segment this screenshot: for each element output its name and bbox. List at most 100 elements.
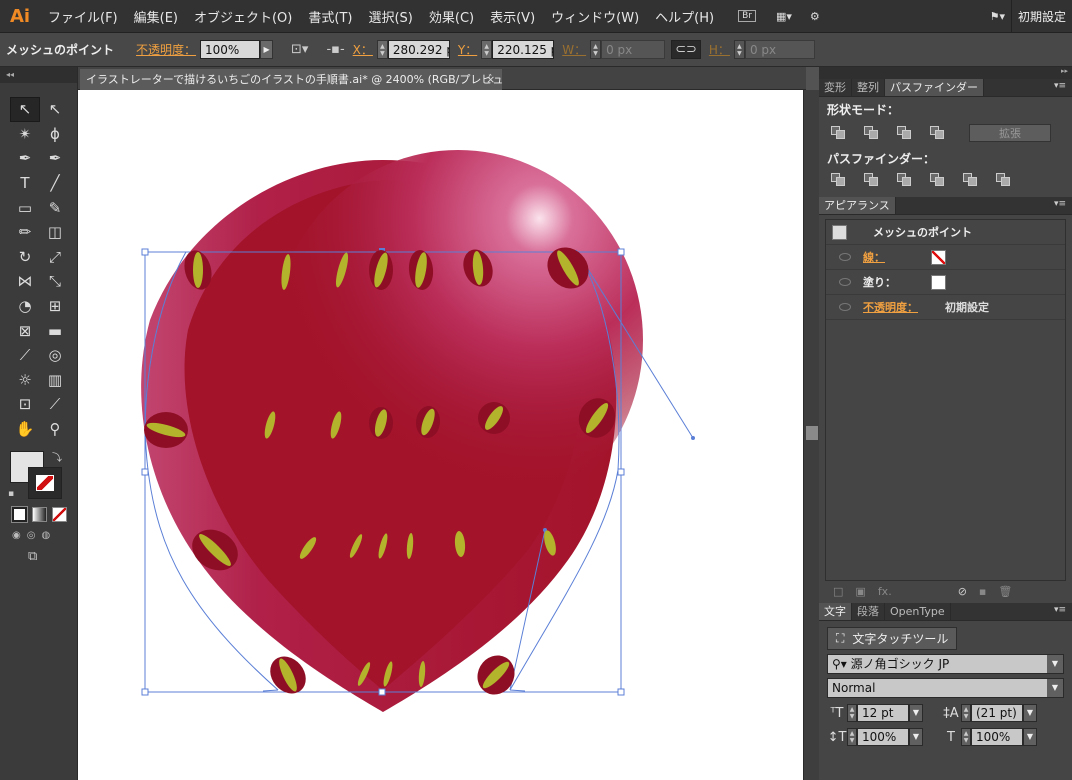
- gpu-performance-icon[interactable]: ⚙: [804, 10, 826, 23]
- vertical-scrollbar[interactable]: [803, 90, 819, 780]
- x-stepper[interactable]: ▲ ▼: [376, 40, 388, 59]
- opacity-field[interactable]: 100%: [200, 40, 261, 59]
- y-stepper[interactable]: ▲ ▼: [481, 40, 493, 59]
- trim-icon[interactable]: [864, 173, 880, 187]
- intersect-icon[interactable]: [897, 126, 913, 140]
- menu-file[interactable]: ファイル(F): [40, 7, 126, 26]
- opacity-dropdown-icon[interactable]: ▶: [260, 40, 274, 59]
- font-size-stepper[interactable]: ▲ ▼: [847, 704, 857, 722]
- add-effect-icon[interactable]: fx.: [878, 585, 892, 598]
- font-family-dropdown[interactable]: ⚲▾ 源ノ角ゴシック JP ▼: [827, 654, 1064, 674]
- stroke-label[interactable]: 線：: [863, 249, 931, 265]
- eyedropper-tool-icon[interactable]: ⟋: [10, 343, 40, 368]
- chevron-down-icon[interactable]: ▼: [1047, 679, 1063, 697]
- add-fill-icon[interactable]: ▣: [855, 585, 865, 598]
- width-tool-icon[interactable]: ⋈: [10, 269, 40, 294]
- outline-icon[interactable]: [963, 173, 979, 187]
- divide-icon[interactable]: [831, 173, 847, 187]
- visibility-eye-icon[interactable]: [839, 253, 851, 261]
- strawberry-artwork[interactable]: [78, 90, 803, 780]
- menu-object[interactable]: オブジェクト(O): [186, 7, 300, 26]
- panel-collapse-icon[interactable]: ▸▸: [819, 67, 1072, 79]
- y-field[interactable]: 220.125 pt: [492, 40, 555, 59]
- zoom-tool-icon[interactable]: ⚲: [40, 417, 70, 442]
- x-field[interactable]: 280.292 pt: [387, 40, 450, 59]
- perspective-grid-tool-icon[interactable]: ⊞: [40, 294, 70, 319]
- rectangle-tool-icon[interactable]: ▭: [10, 195, 40, 220]
- visibility-eye-icon[interactable]: [839, 278, 851, 286]
- expand-button[interactable]: 拡張: [969, 124, 1051, 142]
- fill-swatch-white[interactable]: [931, 274, 946, 290]
- artboard-tool-icon[interactable]: ⊡: [10, 392, 40, 417]
- leading-field[interactable]: (21 pt): [971, 704, 1023, 722]
- mesh-tool-icon[interactable]: ⊠: [10, 318, 40, 343]
- character-menu-icon[interactable]: ▾≡: [1054, 605, 1066, 615]
- chevron-down-icon[interactable]: ▼: [1047, 655, 1063, 673]
- fill-label[interactable]: 塗り：: [863, 274, 931, 290]
- appearance-object-row[interactable]: メッシュのポイント: [826, 220, 1065, 245]
- pencil-tool-icon[interactable]: ✏: [10, 220, 40, 245]
- document-tab[interactable]: イラストレーターで描けるいちごのイラストの手順書.ai* @ 2400% (RG…: [80, 69, 502, 90]
- add-stroke-icon[interactable]: □: [833, 585, 843, 598]
- swap-fill-stroke-icon[interactable]: ⤵: [52, 449, 62, 464]
- screen-mode-icon[interactable]: ⧉: [0, 541, 77, 564]
- font-size-dropdown-icon[interactable]: ▼: [909, 704, 923, 722]
- blend-tool-icon[interactable]: ◎: [40, 343, 70, 368]
- opacity-label[interactable]: 不透明度：: [136, 41, 196, 58]
- reference-point-icon[interactable]: ⊡▾: [291, 42, 308, 57]
- hand-tool-icon[interactable]: ✋: [10, 417, 40, 442]
- selection-tool-icon[interactable]: ↖: [10, 97, 40, 122]
- visibility-eye-icon[interactable]: [839, 303, 851, 311]
- clear-appearance-icon[interactable]: ⊘: [958, 585, 967, 598]
- paintbrush-tool-icon[interactable]: ✎: [40, 195, 70, 220]
- merge-icon[interactable]: [897, 173, 913, 187]
- none-mode-icon[interactable]: [52, 507, 67, 523]
- bridge-button[interactable]: Br: [738, 10, 756, 22]
- horizontal-scale-stepper[interactable]: ▲ ▼: [961, 728, 971, 746]
- font-size-field[interactable]: 12 pt: [857, 704, 909, 722]
- tab-pathfinder[interactable]: パスファインダー: [885, 79, 984, 96]
- opacity-label[interactable]: 不透明度：: [863, 299, 931, 315]
- constrain-proportions-icon[interactable]: ⊂⊃: [671, 40, 701, 59]
- crop-icon[interactable]: [930, 173, 946, 187]
- direction-handle-point[interactable]: [691, 436, 695, 440]
- horizontal-scale-field[interactable]: 100%: [971, 728, 1023, 746]
- vertical-scroll-thumb[interactable]: [806, 426, 818, 440]
- rotate-tool-icon[interactable]: ↻: [10, 245, 40, 270]
- appearance-stroke-row[interactable]: 線：: [826, 245, 1065, 270]
- leading-stepper[interactable]: ▲ ▼: [961, 704, 971, 722]
- appearance-opacity-row[interactable]: 不透明度： 初期設定: [826, 295, 1065, 320]
- touch-type-button[interactable]: ⛶ 文字タッチツール: [827, 627, 958, 650]
- symbol-sprayer-tool-icon[interactable]: ☼: [10, 368, 40, 393]
- stroke-swatch[interactable]: [28, 467, 62, 500]
- horizontal-scale-dropdown-icon[interactable]: ▼: [1023, 728, 1037, 746]
- menu-effect[interactable]: 効果(C): [421, 7, 482, 26]
- artboard-canvas[interactable]: [78, 90, 803, 780]
- vertical-scale-dropdown-icon[interactable]: ▼: [909, 728, 923, 746]
- exclude-icon[interactable]: [930, 126, 946, 140]
- magic-wand-tool-icon[interactable]: ✴: [10, 122, 40, 147]
- curvature-pen-tool-icon[interactable]: ✒: [40, 146, 70, 171]
- menu-view[interactable]: 表示(V): [482, 7, 543, 26]
- color-mode-icon[interactable]: [11, 506, 28, 524]
- appearance-menu-icon[interactable]: ▾≡: [1054, 199, 1066, 209]
- menu-window[interactable]: ウィンドウ(W): [543, 7, 647, 26]
- type-tool-icon[interactable]: T: [10, 171, 40, 196]
- unite-icon[interactable]: [831, 126, 847, 140]
- workspace-switcher[interactable]: 初期設定: [1010, 0, 1072, 33]
- draw-inside-icon[interactable]: ◍: [41, 530, 50, 541]
- eraser-tool-icon[interactable]: ◫: [40, 220, 70, 245]
- menu-edit[interactable]: 編集(E): [126, 7, 186, 26]
- scale-tool-icon[interactable]: ⤢: [40, 245, 70, 270]
- vertical-scale-field[interactable]: 100%: [857, 728, 909, 746]
- anchor-convert-icon[interactable]: -▪-: [326, 42, 344, 57]
- free-transform-tool-icon[interactable]: ⤡: [40, 269, 70, 294]
- gradient-mode-icon[interactable]: [32, 507, 47, 523]
- minus-front-icon[interactable]: [864, 126, 880, 140]
- default-fill-stroke-icon[interactable]: ▪: [8, 489, 14, 499]
- shape-builder-tool-icon[interactable]: ◔: [10, 294, 40, 319]
- appearance-fill-row[interactable]: 塗り：: [826, 270, 1065, 295]
- vertical-scale-stepper[interactable]: ▲ ▼: [847, 728, 857, 746]
- lasso-tool-icon[interactable]: ϕ: [40, 122, 70, 147]
- sync-settings-icon[interactable]: ⚑▾: [984, 10, 1011, 23]
